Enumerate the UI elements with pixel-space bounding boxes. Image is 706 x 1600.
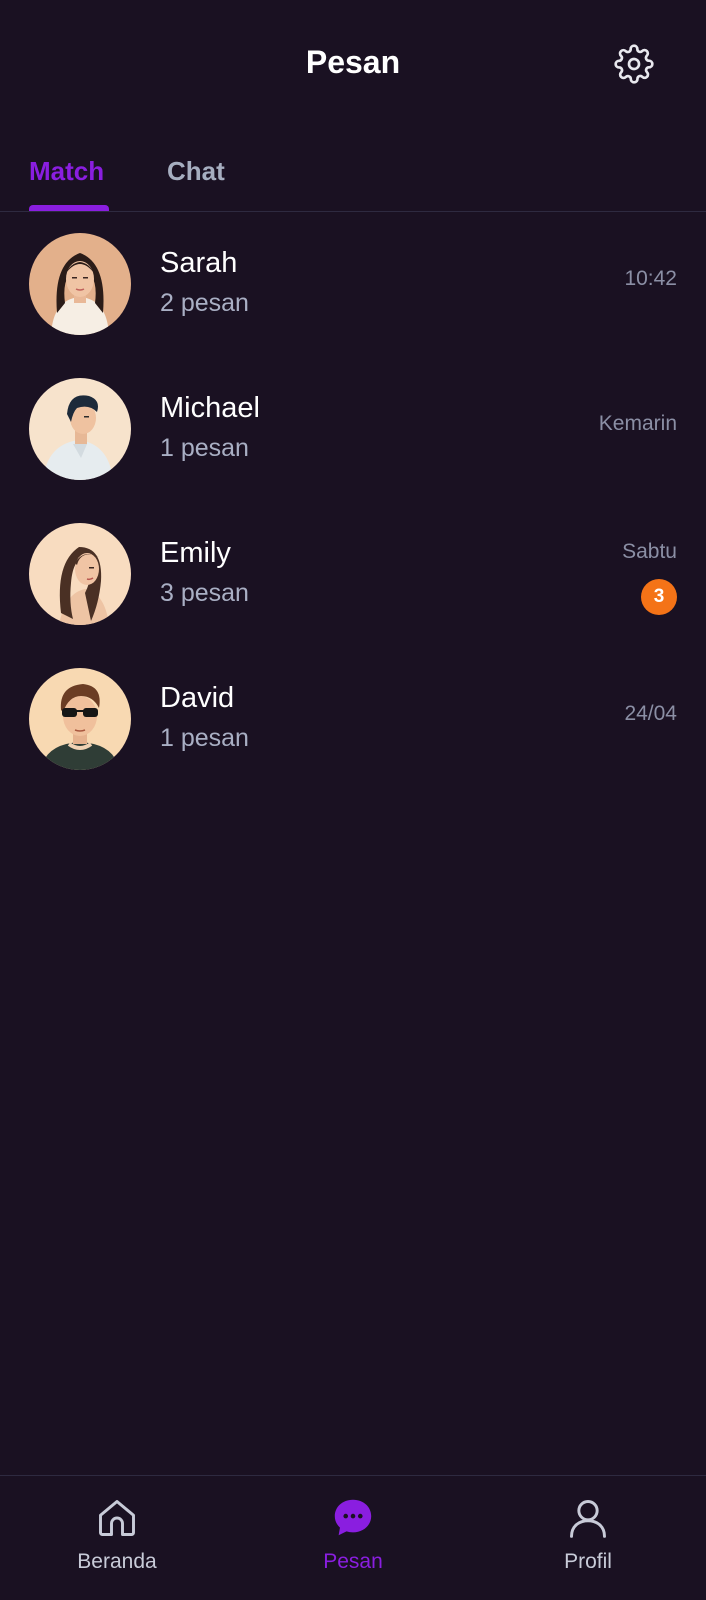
- conversation-row-michael[interactable]: Michael 1 pesan Kemarin: [0, 358, 706, 503]
- tab-chat[interactable]: Chat: [167, 156, 225, 187]
- nav-label: Beranda: [77, 1550, 157, 1573]
- conversation-row-david[interactable]: David 1 pesan 24/04: [0, 648, 706, 793]
- nav-profil[interactable]: Profil: [508, 1494, 668, 1584]
- avatar: [29, 523, 131, 625]
- unread-badge: 3: [641, 579, 677, 615]
- chat-bubble-icon: [329, 1494, 377, 1542]
- timestamp: 10:42: [624, 267, 677, 290]
- timestamp: Sabtu: [622, 540, 677, 563]
- settings-button[interactable]: [612, 42, 656, 86]
- avatar: [29, 378, 131, 480]
- timestamp: Kemarin: [598, 412, 677, 435]
- active-tab-indicator: [29, 205, 109, 211]
- nav-label: Pesan: [323, 1550, 383, 1573]
- message-count: 2 pesan: [160, 289, 249, 317]
- contact-name: David: [160, 682, 235, 714]
- nav-beranda[interactable]: Beranda: [37, 1494, 197, 1584]
- nav-label: Profil: [564, 1550, 612, 1573]
- nav-pesan[interactable]: Pesan: [273, 1494, 433, 1584]
- conversation-row-emily[interactable]: Emily 3 pesan Sabtu 3: [0, 503, 706, 648]
- message-count: 1 pesan: [160, 724, 249, 752]
- bottom-navigation: Beranda Pesan Profil: [0, 1475, 706, 1600]
- home-icon: [93, 1494, 141, 1542]
- gear-icon: [614, 44, 654, 84]
- contact-name: Sarah: [160, 247, 238, 279]
- tab-bar: Match Chat: [0, 130, 706, 212]
- message-count: 1 pesan: [160, 434, 249, 462]
- avatar: [29, 668, 131, 770]
- app-screen: Pesan Match Chat Sarah 2 pesan 10:42 Mic…: [0, 0, 706, 1600]
- timestamp: 24/04: [624, 702, 677, 725]
- avatar: [29, 233, 131, 335]
- page-title: Pesan: [305, 44, 401, 80]
- message-count: 3 pesan: [160, 579, 249, 607]
- conversation-list: Sarah 2 pesan 10:42 Michael 1 pesan Kema…: [0, 213, 706, 793]
- header: Pesan: [0, 0, 706, 130]
- person-icon: [564, 1494, 612, 1542]
- tab-match[interactable]: Match: [29, 156, 104, 187]
- contact-name: Emily: [160, 537, 231, 569]
- conversation-row-sarah[interactable]: Sarah 2 pesan 10:42: [0, 213, 706, 358]
- contact-name: Michael: [160, 392, 260, 424]
